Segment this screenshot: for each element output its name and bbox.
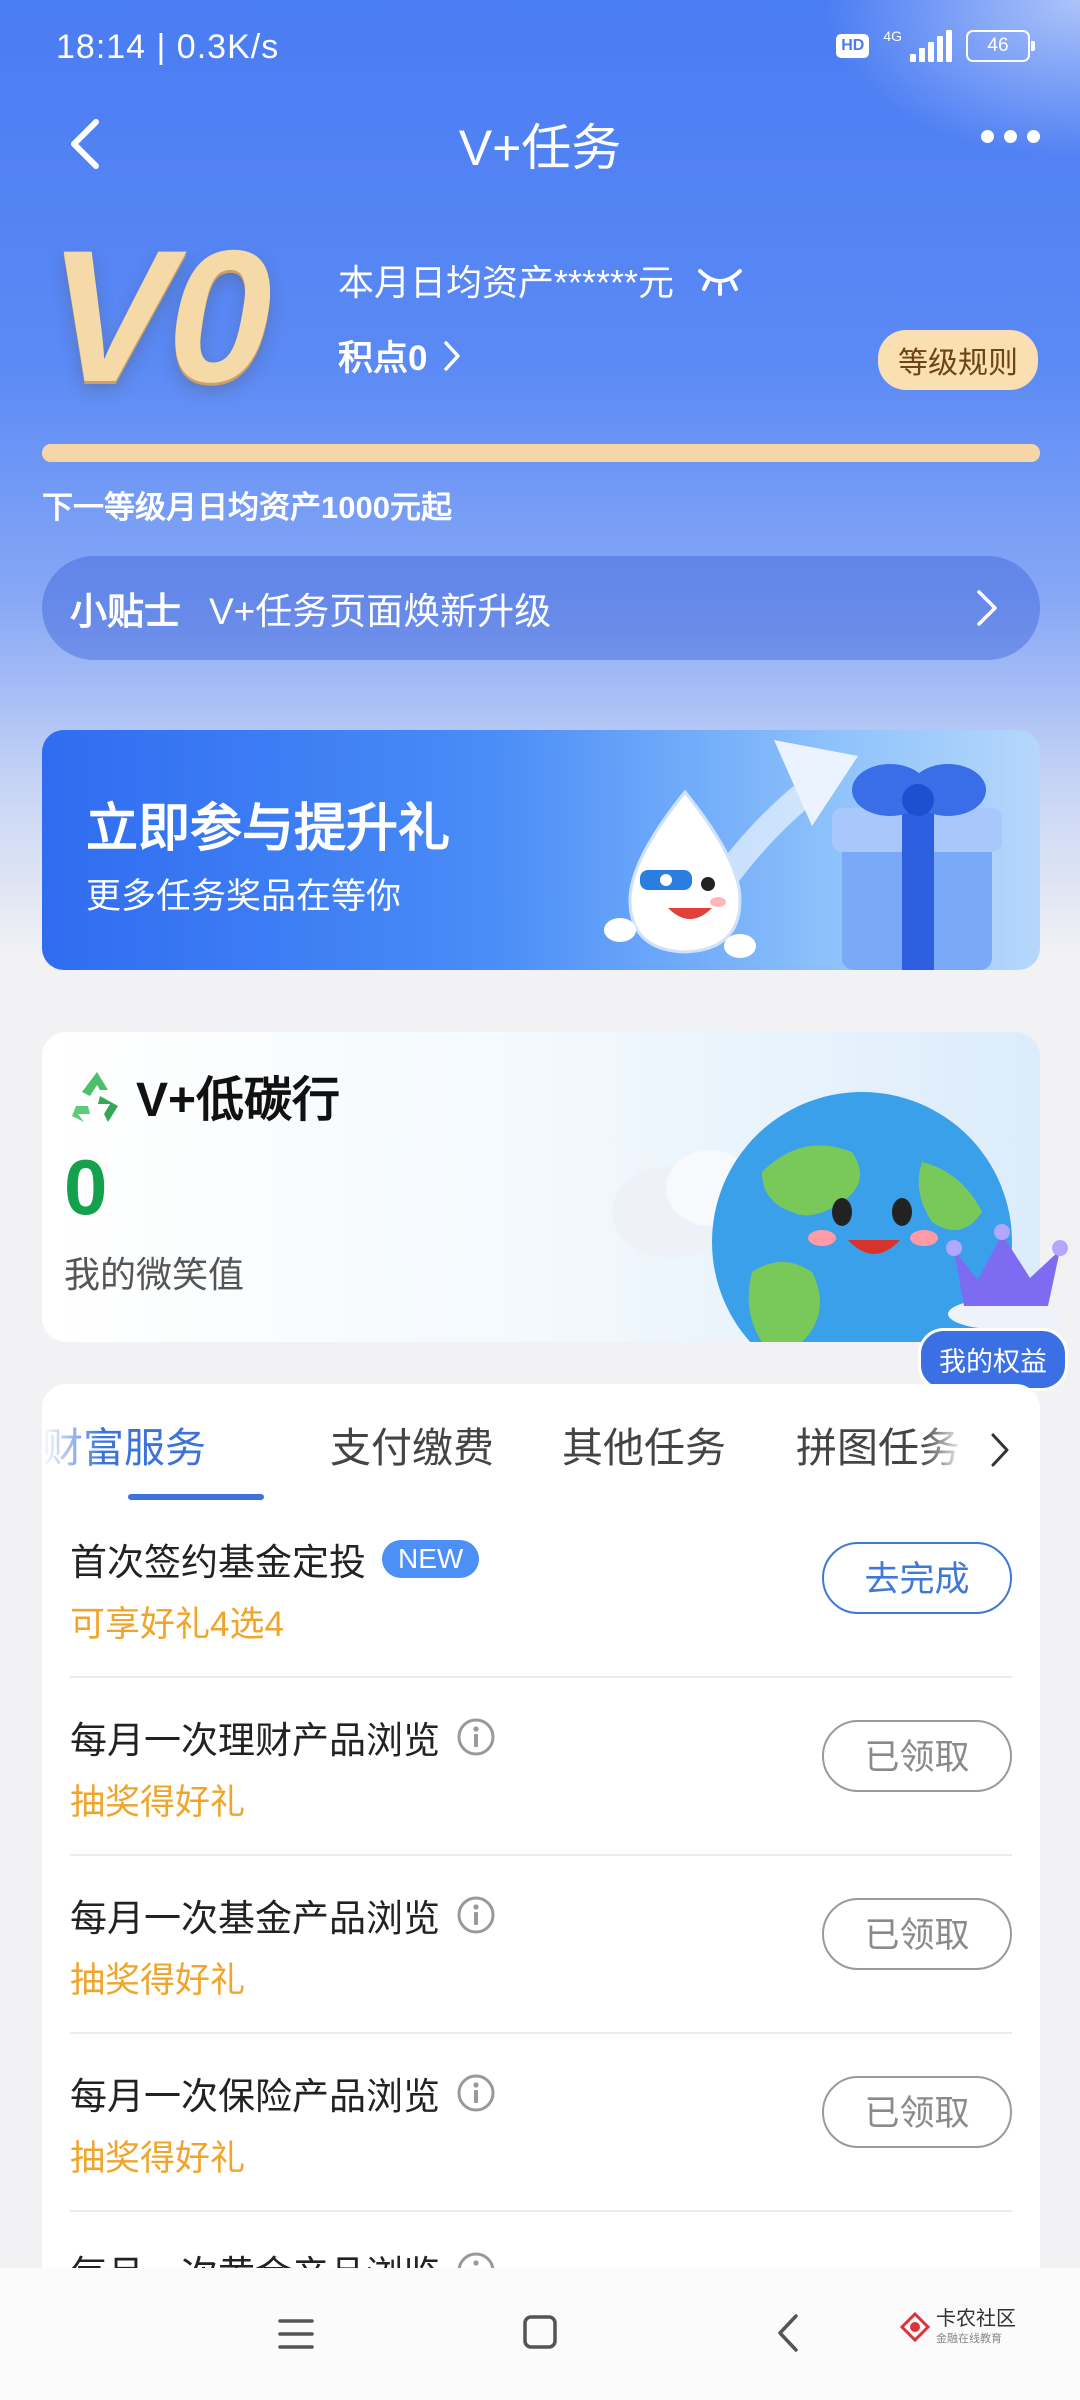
signal-icon — [910, 30, 952, 62]
system-navigation-bar: 卡农社区 金融在线教育 — [0, 2268, 1080, 2400]
claimed-button[interactable]: 已领取 — [822, 2076, 1012, 2148]
chevron-right-icon — [444, 340, 461, 371]
tip-tag: 小贴士 — [70, 591, 181, 632]
promo-banner[interactable]: 立即参与提升礼 更多任务奖品在等你 — [42, 730, 1040, 970]
home-icon[interactable] — [522, 2314, 558, 2350]
task-panel: 财富服务 支付缴费 其他任务 拼图任务 首次签约基金定投 NEW 可享好礼4选4… — [42, 1384, 1040, 2400]
status-indicators: HD 4G 46 — [836, 28, 1035, 62]
task-row: 每月一次理财产品浏览 抽奖得好礼 已领取 — [70, 1678, 1012, 1856]
network-type: 4G — [883, 28, 902, 44]
vip-level-badge: V0 — [48, 211, 272, 421]
task-row: 每月一次保险产品浏览 抽奖得好礼 已领取 — [70, 2034, 1012, 2212]
go-complete-button[interactable]: 去完成 — [822, 1542, 1012, 1614]
task-title: 首次签约基金定投 — [70, 1542, 366, 1583]
more-options-icon[interactable] — [981, 130, 1040, 143]
new-badge: NEW — [382, 1540, 480, 1578]
my-benefits-button[interactable]: 我的权益 — [918, 1328, 1068, 1391]
tab-fade-left — [42, 1414, 102, 1494]
hd-icon: HD — [836, 34, 870, 58]
points-link[interactable]: 积点0 — [338, 330, 461, 381]
status-bar: 18:14 | 0.3K/s HD 4G 46 — [0, 0, 1080, 100]
banner-subtitle: 更多任务奖品在等你 — [86, 877, 402, 916]
tab-other-tasks[interactable]: 其他任务 — [562, 1414, 726, 1474]
next-level-text: 下一等级月日均资产1000元起 — [42, 490, 452, 525]
task-reward: 可享好礼4选4 — [70, 1605, 284, 1644]
task-title: 每月一次保险产品浏览 — [70, 2076, 440, 2117]
chevron-right-icon[interactable] — [990, 1432, 1010, 1468]
points-text: 积点0 — [338, 339, 428, 378]
low-carbon-card[interactable]: V+低碳行 0 我的微笑值 — [42, 1032, 1040, 1342]
task-title: 每月一次基金产品浏览 — [70, 1898, 440, 1939]
monthly-asset-row: 本月日均资产******元 — [338, 254, 744, 306]
task-row: 首次签约基金定投 NEW 可享好礼4选4 去完成 — [70, 1500, 1012, 1678]
chevron-right-icon — [977, 590, 997, 626]
watermark-sub: 金融在线教育 — [936, 2333, 1002, 2345]
watermark-text-group: 卡农社区 金融在线教育 — [936, 2308, 1016, 2346]
kanong-logo-icon — [900, 2312, 930, 2342]
level-progress-fill — [42, 444, 1040, 462]
recent-apps-icon[interactable] — [276, 2316, 316, 2352]
carbon-title-row: V+低碳行 — [68, 1060, 340, 1130]
task-title-row: 每月一次保险产品浏览 — [70, 2066, 496, 2120]
tab-label: 支付缴费 — [330, 1425, 494, 1471]
watermark: 卡农社区 金融在线教育 — [900, 2308, 1016, 2346]
task-title-row: 首次签约基金定投 NEW — [70, 1532, 480, 1586]
smile-value: 0 — [64, 1143, 108, 1231]
claimed-button[interactable]: 已领取 — [822, 1898, 1012, 1970]
battery-icon: 46 — [966, 30, 1035, 62]
task-reward: 抽奖得好礼 — [70, 1783, 246, 1822]
page-title: V+任务 — [458, 120, 622, 176]
task-title-row: 每月一次基金产品浏览 — [70, 1888, 496, 1942]
status-time-speed: 18:14 | 0.3K/s — [56, 28, 280, 66]
smile-value-label: 我的微笑值 — [64, 1254, 245, 1295]
mascot-icon — [604, 789, 756, 958]
task-tabs: 财富服务 支付缴费 其他任务 拼图任务 — [42, 1414, 1040, 1514]
tab-label: 其他任务 — [562, 1425, 726, 1471]
crown-icon — [946, 1224, 1068, 1330]
task-reward: 抽奖得好礼 — [70, 1961, 246, 2000]
task-row: 每月一次基金产品浏览 抽奖得好礼 已领取 — [70, 1856, 1012, 2034]
watermark-name: 卡农社区 — [936, 2308, 1016, 2330]
tab-fade-right — [922, 1414, 992, 1494]
level-rules-button[interactable]: 等级规则 — [878, 330, 1038, 390]
task-title-row: 每月一次理财产品浏览 — [70, 1710, 496, 1764]
claimed-button[interactable]: 已领取 — [822, 1720, 1012, 1792]
tip-bar[interactable]: 小贴士 V+任务页面焕新升级 — [42, 556, 1040, 660]
task-reward: 抽奖得好礼 — [70, 2139, 246, 2178]
tab-payment[interactable]: 支付缴费 — [330, 1414, 494, 1474]
recycle-icon — [72, 1072, 118, 1122]
eye-closed-icon[interactable] — [696, 263, 744, 297]
info-icon[interactable] — [456, 1717, 496, 1757]
back-nav-icon[interactable] — [776, 2312, 800, 2354]
monthly-asset-text: 本月日均资产******元 — [338, 262, 675, 303]
task-title: 每月一次理财产品浏览 — [70, 1720, 440, 1761]
banner-title: 立即参与提升礼 — [86, 800, 451, 858]
tip-text: V+任务页面焕新升级 — [209, 591, 552, 632]
info-icon[interactable] — [456, 2073, 496, 2113]
level-progress-bar — [42, 444, 1040, 462]
gift-box-icon — [832, 764, 1002, 970]
info-icon[interactable] — [456, 1895, 496, 1935]
carbon-title: V+低碳行 — [136, 1074, 341, 1127]
